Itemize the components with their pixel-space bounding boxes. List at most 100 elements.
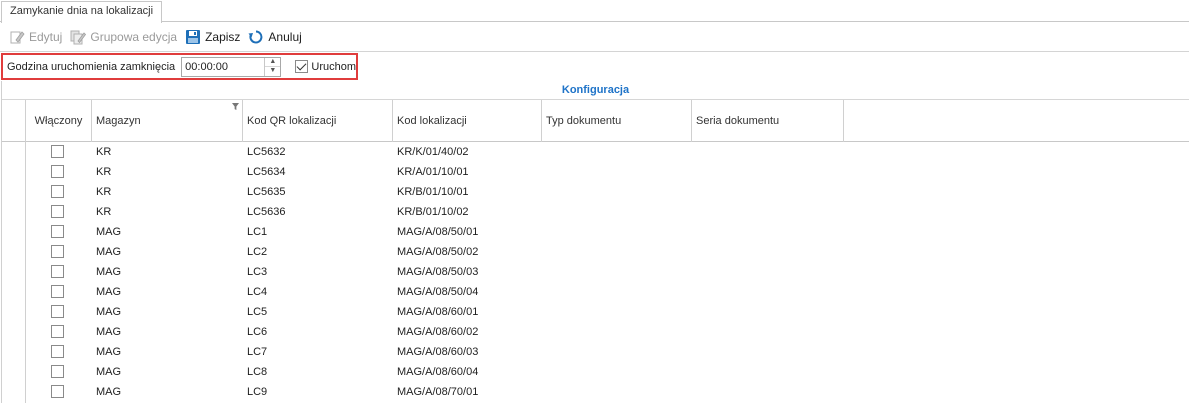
cell-warehouse: MAG [96, 226, 122, 238]
cell-warehouse: MAG [96, 266, 122, 278]
cell-loc: KR/K/01/40/02 [397, 146, 469, 158]
group-edit-button[interactable]: Grupowa edycja [70, 26, 177, 48]
cell-warehouse: MAG [96, 346, 122, 358]
grid-rows: KR LC5632 KR/K/01/40/02 KR LC5634 KR/A/01/10/… [2, 142, 1189, 402]
table-row[interactable]: KR LC5634 KR/A/01/10/01 [2, 162, 1189, 182]
toolbar: Edytuj Grupowa edycja Zapisz Anuluj [0, 23, 1189, 52]
save-button-label: Zapisz [205, 30, 241, 44]
cell-loc: MAG/A/08/60/02 [397, 326, 479, 338]
pencil-icon [10, 31, 25, 44]
cell-enabled[interactable] [26, 202, 92, 222]
table-row[interactable]: MAG LC7 MAG/A/08/60/03 [2, 342, 1189, 362]
cell-loc: MAG/A/08/50/02 [397, 246, 479, 258]
row-enabled-checkbox[interactable] [51, 305, 64, 318]
save-button[interactable]: Zapisz [185, 26, 240, 48]
table-row[interactable]: MAG LC2 MAG/A/08/50/02 [2, 242, 1189, 262]
cell-enabled[interactable] [26, 362, 92, 382]
table-row[interactable]: MAG LC1 MAG/A/08/50/01 [2, 222, 1189, 242]
cell-enabled[interactable] [26, 182, 92, 202]
row-enabled-checkbox[interactable] [51, 325, 64, 338]
cell-enabled[interactable] [26, 382, 92, 402]
row-enabled-checkbox[interactable] [51, 285, 64, 298]
table-row[interactable]: MAG LC8 MAG/A/08/60/04 [2, 362, 1189, 382]
cell-qr: LC5634 [247, 166, 286, 178]
cell-enabled[interactable] [26, 342, 92, 362]
header-warehouse-label: Magazyn [96, 115, 141, 127]
closing-time-panel: Godzina uruchomienia zamknięcia 00:00:00… [1, 53, 358, 80]
edit-button[interactable]: Edytuj [9, 26, 62, 48]
cell-qr: LC6 [247, 326, 268, 338]
table-row[interactable]: KR LC5635 KR/B/01/10/01 [2, 182, 1189, 202]
spin-down-icon[interactable]: ▼ [265, 66, 281, 76]
header-enabled[interactable]: Włączony [26, 100, 92, 142]
row-enabled-checkbox[interactable] [51, 145, 64, 158]
cell-enabled[interactable] [26, 242, 92, 262]
table-row[interactable]: KR LC5636 KR/B/01/10/02 [2, 202, 1189, 222]
cell-qr: LC3 [247, 266, 268, 278]
header-indicator [2, 100, 26, 142]
cell-qr: LC1 [247, 226, 268, 238]
cell-qr: LC5632 [247, 146, 286, 158]
undo-icon [248, 30, 263, 44]
cell-warehouse: KR [96, 186, 112, 198]
closing-time-input[interactable]: 00:00:00 ▲ ▼ [181, 56, 282, 77]
tab-zamykanie-dnia[interactable]: Zamykanie dnia na lokalizacji [1, 1, 163, 23]
row-enabled-checkbox[interactable] [51, 185, 64, 198]
header-qr-code[interactable]: Kod QR lokalizacji [243, 100, 393, 142]
cell-qr: LC9 [247, 386, 268, 398]
filter-icon[interactable] [232, 103, 239, 110]
header-document-type[interactable]: Typ dokumentu [542, 100, 692, 142]
cell-enabled[interactable] [26, 262, 92, 282]
row-enabled-checkbox[interactable] [51, 165, 64, 178]
cell-loc: KR/B/01/10/01 [397, 186, 469, 198]
cell-loc: MAG/A/08/60/01 [397, 306, 479, 318]
header-warehouse[interactable]: Magazyn [92, 100, 243, 142]
cell-qr: LC4 [247, 286, 268, 298]
run-checkbox-wrap[interactable]: Uruchom [295, 60, 356, 73]
header-document-series[interactable]: Seria dokumentu [692, 100, 844, 142]
closing-time-value[interactable]: 00:00:00 [182, 58, 264, 76]
table-row[interactable]: MAG LC4 MAG/A/08/50/04 [2, 282, 1189, 302]
header-location-code[interactable]: Kod lokalizacji [393, 100, 542, 142]
cell-warehouse: MAG [96, 326, 122, 338]
row-enabled-checkbox[interactable] [51, 385, 64, 398]
cell-loc: MAG/A/08/50/03 [397, 266, 479, 278]
cell-enabled[interactable] [26, 302, 92, 322]
grid-header: Włączony Magazyn Kod QR lokalizacji Kod … [2, 100, 1189, 142]
run-checkbox-label: Uruchom [311, 60, 356, 73]
table-row[interactable]: KR LC5632 KR/K/01/40/02 [2, 142, 1189, 162]
cell-enabled[interactable] [26, 282, 92, 302]
table-row[interactable]: MAG LC3 MAG/A/08/50/03 [2, 262, 1189, 282]
row-enabled-checkbox[interactable] [51, 205, 64, 218]
cell-qr: LC5635 [247, 186, 286, 198]
cell-enabled[interactable] [26, 142, 92, 162]
cell-warehouse: KR [96, 146, 112, 158]
time-spinner[interactable]: ▲ ▼ [264, 57, 281, 76]
edit-button-label: Edytuj [29, 30, 63, 44]
cell-enabled[interactable] [26, 322, 92, 342]
row-enabled-checkbox[interactable] [51, 225, 64, 238]
table-row[interactable]: MAG LC9 MAG/A/08/70/01 [2, 382, 1189, 402]
run-checkbox[interactable] [295, 60, 309, 73]
cell-qr: LC7 [247, 346, 268, 358]
cell-loc: MAG/A/08/70/01 [397, 386, 479, 398]
cell-warehouse: MAG [96, 386, 122, 398]
table-row[interactable]: MAG LC6 MAG/A/08/60/02 [2, 322, 1189, 342]
cell-qr: LC2 [247, 246, 268, 258]
cell-qr: LC8 [247, 366, 268, 378]
cell-warehouse: KR [96, 166, 112, 178]
cell-enabled[interactable] [26, 162, 92, 182]
row-enabled-checkbox[interactable] [51, 365, 64, 378]
spin-up-icon[interactable]: ▲ [265, 58, 280, 67]
cell-enabled[interactable] [26, 222, 92, 242]
row-enabled-checkbox[interactable] [51, 265, 64, 278]
grid-band-title: Konfiguracja [2, 81, 1189, 100]
cell-loc: MAG/A/08/50/01 [397, 226, 479, 238]
row-enabled-checkbox[interactable] [51, 345, 64, 358]
cell-loc: MAG/A/08/60/04 [397, 366, 479, 378]
cell-warehouse: MAG [96, 306, 122, 318]
row-enabled-checkbox[interactable] [51, 245, 64, 258]
table-row[interactable]: MAG LC5 MAG/A/08/60/01 [2, 302, 1189, 322]
cancel-button[interactable]: Anuluj [248, 26, 302, 48]
cell-loc: MAG/A/08/60/03 [397, 346, 479, 358]
